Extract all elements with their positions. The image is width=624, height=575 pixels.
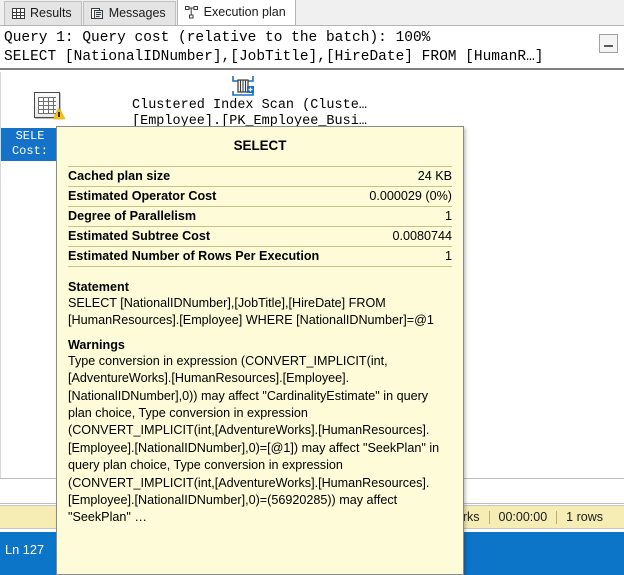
status-elapsed-time: 00:00:00 bbox=[498, 510, 548, 524]
query-statement-line: SELECT [NationalIDNumber],[JobTitle],[Hi… bbox=[4, 49, 544, 65]
operator-tooltip: SELECT Cached plan size 24 KB Estimated … bbox=[56, 126, 464, 575]
status-row-count: 1 rows bbox=[566, 510, 603, 524]
tab-execution-plan[interactable]: Execution plan bbox=[176, 0, 296, 25]
execution-plan-icon bbox=[184, 6, 199, 19]
select-caption-line1: SELE bbox=[15, 129, 45, 143]
tab-results[interactable]: Results bbox=[4, 1, 82, 25]
minus-icon bbox=[604, 44, 613, 47]
table-row: Degree of Parallelism 1 bbox=[68, 207, 452, 227]
property-value: 24 KB bbox=[417, 169, 452, 183]
property-value: 1 bbox=[444, 249, 452, 263]
select-operator-caption: SELE Cost: bbox=[1, 128, 59, 161]
query-cost-line: Query 1: Query cost (relative to the bat… bbox=[4, 30, 431, 46]
grid-icon bbox=[12, 8, 25, 19]
property-value: 1 bbox=[444, 209, 452, 223]
tooltip-statement-text: SELECT [NationalIDNumber],[JobTitle],[Hi… bbox=[68, 296, 434, 328]
tooltip-title: SELECT bbox=[233, 138, 287, 153]
message-icon bbox=[90, 7, 104, 20]
tab-messages[interactable]: Messages bbox=[82, 1, 176, 25]
clustered-index-scan-icon[interactable] bbox=[229, 74, 257, 98]
property-key: Estimated Operator Cost bbox=[68, 189, 217, 203]
clustered-index-scan-line1: Clustered Index Scan (Cluste… bbox=[132, 98, 367, 113]
table-row: Estimated Operator Cost 0.000029 (0%) bbox=[68, 187, 452, 207]
table-row: Estimated Number of Rows Per Execution 1 bbox=[68, 247, 452, 267]
query-cost-header: Query 1: Query cost (relative to the bat… bbox=[0, 26, 624, 70]
warning-triangle-icon bbox=[53, 108, 65, 119]
collapse-button[interactable] bbox=[599, 34, 618, 53]
results-tabstrip: Results Messages Execution plan bbox=[0, 0, 624, 26]
execution-plan-pane: Results Messages Execution plan Query 1:… bbox=[0, 0, 624, 575]
property-value: 0.000029 (0%) bbox=[369, 189, 452, 203]
tab-execution-plan-label: Execution plan bbox=[203, 5, 286, 20]
property-key: Estimated Subtree Cost bbox=[68, 229, 211, 243]
tooltip-warnings-heading: Warnings bbox=[68, 337, 125, 352]
table-row: Cached plan size 24 KB bbox=[68, 166, 452, 187]
property-key: Degree of Parallelism bbox=[68, 209, 197, 223]
property-key: Cached plan size bbox=[68, 169, 171, 183]
select-operator-node[interactable] bbox=[29, 92, 69, 130]
property-key: Estimated Number of Rows Per Execution bbox=[68, 249, 320, 263]
table-row: Estimated Subtree Cost 0.0080744 bbox=[68, 227, 452, 247]
line-number-indicator: Ln 127 bbox=[5, 542, 45, 557]
tab-results-label: Results bbox=[30, 6, 72, 21]
property-value: 0.0080744 bbox=[392, 229, 452, 243]
tab-messages-label: Messages bbox=[108, 6, 166, 21]
tooltip-property-table: Cached plan size 24 KB Estimated Operato… bbox=[68, 166, 452, 267]
tooltip-statement-heading: Statement bbox=[68, 280, 129, 294]
select-caption-line2: Cost: bbox=[11, 144, 48, 158]
tooltip-property-rows: Cached plan size 24 KB Estimated Operato… bbox=[68, 166, 452, 267]
tooltip-warnings-text: Type conversion in expression (CONVERT_I… bbox=[68, 353, 440, 525]
